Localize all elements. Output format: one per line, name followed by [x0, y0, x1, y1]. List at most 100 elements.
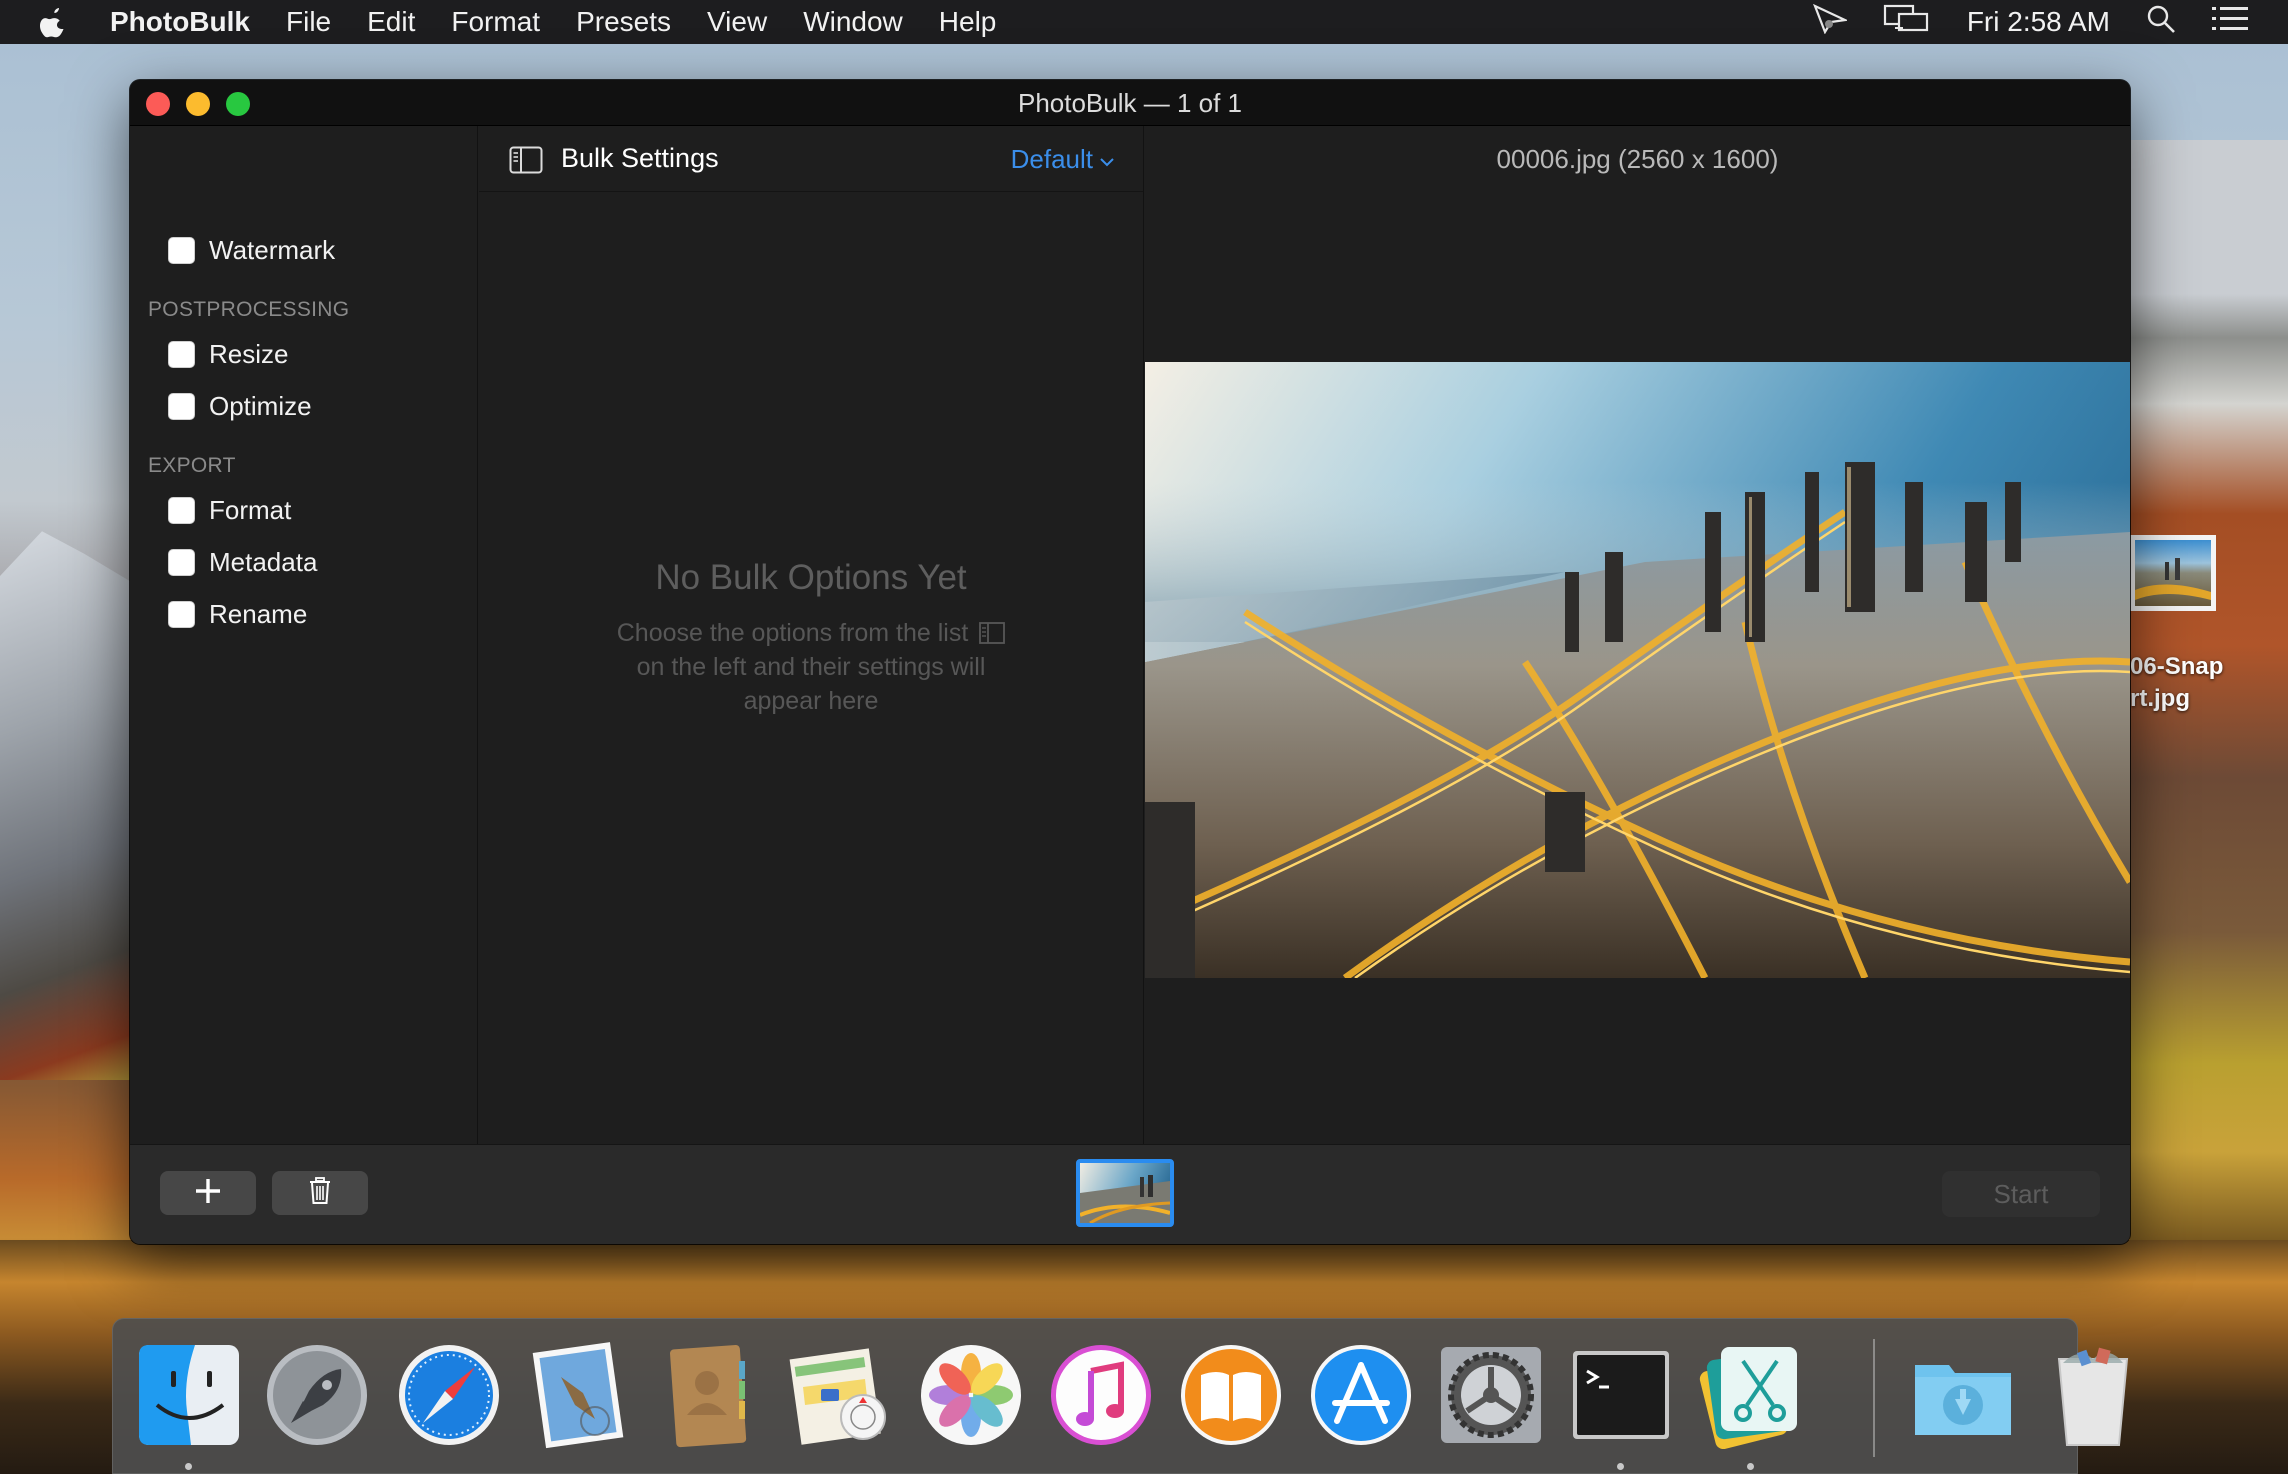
- dock: [112, 1318, 2129, 1474]
- empty-state-title: No Bulk Options Yet: [655, 558, 967, 597]
- menu-format[interactable]: Format: [451, 6, 540, 38]
- bottom-toolbar: Start: [130, 1144, 2130, 1244]
- options-sidebar: Watermark POSTPROCESSING Resize Optimize…: [130, 126, 478, 1144]
- menu-bar-status-area: Fri 2:58 AM: [1812, 0, 2248, 44]
- menu-file[interactable]: File: [286, 6, 331, 38]
- option-watermark[interactable]: Watermark: [168, 232, 335, 268]
- dock-safari[interactable]: [395, 1341, 503, 1449]
- dock-photos[interactable]: [917, 1341, 1025, 1449]
- metadata-checkbox[interactable]: [168, 548, 195, 576]
- dock-itunes[interactable]: [1047, 1341, 1155, 1449]
- bulk-settings-header: Bulk Settings Default: [479, 126, 1143, 192]
- dock-system-preferences[interactable]: [1437, 1341, 1545, 1449]
- menu-help[interactable]: Help: [939, 6, 997, 38]
- menu-window[interactable]: Window: [803, 6, 903, 38]
- option-optimize[interactable]: Optimize: [168, 388, 312, 424]
- menu-presets[interactable]: Presets: [576, 6, 671, 38]
- running-indicator-finder: [185, 1463, 192, 1470]
- option-format[interactable]: Format: [168, 492, 291, 528]
- dock-maps[interactable]: [785, 1341, 893, 1449]
- resize-checkbox[interactable]: [168, 340, 195, 368]
- dock-downloads[interactable]: [1909, 1341, 2017, 1449]
- file-info-label: 00006.jpg (2560 x 1600): [1496, 144, 1779, 174]
- dock-terminal[interactable]: [1567, 1341, 1675, 1449]
- bulk-settings-title: Bulk Settings: [561, 143, 719, 173]
- ibooks-icon: [1181, 1345, 1281, 1445]
- itunes-icon: [1051, 1345, 1151, 1445]
- dock-contacts[interactable]: [655, 1341, 763, 1449]
- empty-state-text: Choose the options from the list on the …: [579, 616, 1043, 718]
- option-rename[interactable]: Rename: [168, 596, 307, 632]
- terminal-icon: [1573, 1351, 1669, 1439]
- desktop-file-label-line2: rt.jpg: [2130, 685, 2190, 712]
- menu-view[interactable]: View: [707, 6, 767, 38]
- menu-edit[interactable]: Edit: [367, 6, 415, 38]
- optimize-checkbox[interactable]: [168, 392, 195, 420]
- empty-state-line3: appear here: [743, 687, 879, 715]
- rename-checkbox[interactable]: [168, 600, 195, 628]
- preview-image: [1145, 362, 2130, 978]
- screenshot-tool-icon[interactable]: [1812, 3, 1849, 41]
- notification-center-icon[interactable]: [2212, 6, 2248, 39]
- desktop-file-label-line1: 06-Snap: [2130, 653, 2224, 680]
- empty-state-line2: on the left and their settings will: [636, 653, 986, 681]
- add-images-button[interactable]: [160, 1171, 256, 1215]
- airplay-display-icon[interactable]: [1883, 4, 1931, 41]
- menu-bar-clock[interactable]: Fri 2:58 AM: [1967, 6, 2110, 38]
- empty-state-line1: Choose the options from the list: [616, 619, 969, 647]
- plus-icon: [193, 1176, 223, 1211]
- image-thumbnail-selected[interactable]: [1076, 1159, 1174, 1227]
- spotlight-search-icon[interactable]: [2146, 4, 2176, 41]
- dock-ibooks[interactable]: [1177, 1341, 1285, 1449]
- start-button[interactable]: Start: [1942, 1171, 2100, 1217]
- dock-launchpad[interactable]: [263, 1341, 371, 1449]
- title-bar[interactable]: PhotoBulk — 1 of 1: [130, 80, 2130, 126]
- mail-icon: [532, 1342, 624, 1449]
- finder-icon: [139, 1345, 239, 1445]
- preset-dropdown-value: Default: [1010, 144, 1093, 174]
- panel-list-icon: [979, 619, 1006, 644]
- downloads-folder-icon: [1915, 1365, 2011, 1435]
- watermark-checkbox[interactable]: [168, 236, 195, 264]
- preset-dropdown[interactable]: Default: [1011, 144, 1115, 175]
- section-heading-postprocessing: POSTPROCESSING: [148, 298, 350, 321]
- apple-menu-icon[interactable]: [40, 5, 70, 39]
- launchpad-icon: [267, 1345, 367, 1445]
- dock-trash[interactable]: [2039, 1341, 2147, 1449]
- format-label: Format: [209, 494, 292, 525]
- option-resize[interactable]: Resize: [168, 336, 288, 372]
- trash-full-icon: [2057, 1347, 2129, 1446]
- resize-label: Resize: [209, 338, 289, 369]
- desktop-file-icon[interactable]: 06-Snap rt.jpg: [2130, 535, 2288, 715]
- chevron-down-icon: [1099, 144, 1115, 175]
- format-checkbox[interactable]: [168, 496, 195, 524]
- bulk-settings-panel: Bulk Settings Default No Bulk Options Ye…: [479, 126, 1144, 1144]
- dock-finder[interactable]: [135, 1341, 243, 1449]
- desktop-file-thumbnail: [2130, 535, 2216, 611]
- dock-photobulk[interactable]: [1697, 1341, 1805, 1450]
- desktop-file-label: 06-Snap rt.jpg: [2130, 651, 2223, 715]
- maps-icon: [789, 1348, 886, 1445]
- photobulk-icon: [1699, 1347, 1797, 1450]
- sidebar-toggle-icon[interactable]: [509, 146, 543, 174]
- desktop-wallpaper-left: [0, 531, 140, 1080]
- app-store-icon: [1311, 1345, 1411, 1445]
- section-heading-export: EXPORT: [148, 454, 236, 477]
- optimize-label: Optimize: [209, 390, 312, 421]
- dock-app-store[interactable]: [1307, 1341, 1415, 1449]
- remove-images-button[interactable]: [272, 1171, 368, 1215]
- rename-label: Rename: [209, 598, 308, 629]
- menu-bar: PhotoBulk File Edit Format Presets View …: [0, 0, 2288, 44]
- safari-icon: [399, 1345, 499, 1445]
- menu-app-name[interactable]: PhotoBulk: [110, 6, 250, 38]
- option-metadata[interactable]: Metadata: [168, 544, 317, 580]
- contacts-icon: [670, 1345, 747, 1448]
- window-title: PhotoBulk — 1 of 1: [1017, 88, 1243, 118]
- dock-mail[interactable]: [525, 1341, 633, 1449]
- running-indicator-photobulk: [1747, 1463, 1754, 1470]
- running-indicator-terminal: [1617, 1463, 1624, 1470]
- watermark-label: Watermark: [209, 234, 336, 265]
- photobulk-window: PhotoBulk — 1 of 1 Watermark POSTPROCESS…: [130, 80, 2130, 1244]
- trash-icon: [308, 1176, 332, 1210]
- image-preview-panel: 00006.jpg (2560 x 1600): [1145, 126, 2130, 1144]
